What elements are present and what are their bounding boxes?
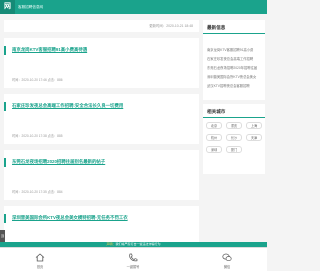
post-title-link[interactable]: 石家庄珍发夜总会高端工作招聘:安全合法长久良一切费用 xyxy=(12,103,193,109)
site-logo[interactable]: 网 xyxy=(0,0,15,14)
city-tag[interactable]: 天津 xyxy=(246,134,262,141)
bottom-tab-bar: 首页 一键拨号 微信 xyxy=(0,247,267,271)
site-name: 客服招聘信息网 xyxy=(18,5,44,9)
post-meta: 时间：2020-10-20 17:35 点击：884 xyxy=(12,190,63,194)
city-tag[interactable]: 深圳 xyxy=(206,146,222,153)
wechat-icon xyxy=(222,253,232,262)
tab-label: 首页 xyxy=(36,265,44,269)
city-tag[interactable]: 重庆 xyxy=(226,122,242,129)
city-tag[interactable]: 杭州 xyxy=(206,134,222,141)
latest-link[interactable]: 东莞石龙夜场招聘2020年招聘往届 xyxy=(207,65,263,70)
tab-label: 一键拨号 xyxy=(126,265,140,269)
latest-link[interactable]: 石家庄珍发夜总会高端工作招聘 xyxy=(207,56,263,61)
home-icon xyxy=(35,253,45,262)
post-meta: 时间：2020-10-20 17:46 点击：886 xyxy=(12,78,63,82)
latest-title: 最新信息 xyxy=(207,25,226,30)
footer-prefix: 声明： xyxy=(106,242,116,246)
post-meta: 时间：2020-10-20 17:38 点击：885 xyxy=(12,134,63,138)
phone-icon xyxy=(129,253,138,262)
tab-home[interactable]: 首页 xyxy=(20,248,60,271)
post-title-link[interactable]: 南京龙岗KTV客服招聘91高小费高待遇 xyxy=(12,47,193,53)
accent-bar xyxy=(4,158,6,167)
cities-title: 相关城市 xyxy=(207,109,226,114)
accent-bar xyxy=(4,46,6,55)
latest-link[interactable]: 深圳普美国际会所KTV夜总会美女 xyxy=(207,74,263,79)
post-list: 更新时间：2020-10-21 18:48 南京龙岗KTV客服招聘91高小费高待… xyxy=(0,14,201,259)
latest-link[interactable]: 武汉KTV招聘夜总会客服招聘 xyxy=(207,83,263,88)
city-tag[interactable]: 北京 xyxy=(206,122,222,129)
list-item[interactable]: 东莞石龙夜场招聘2020招聘往届别名最新的帖子 时间：2020-10-20 17… xyxy=(4,150,199,200)
back-to-top-button[interactable]: 顶 xyxy=(0,230,5,242)
post-title-link[interactable]: 东莞石龙夜场招聘2020招聘往届别名最新的帖子 xyxy=(12,159,193,165)
tab-label: 微信 xyxy=(223,265,231,269)
post-title-link[interactable]: 深圳普美国际会所KTV夜总会美女模特招聘-无任务不罚工衣 xyxy=(12,215,193,221)
top-header: 网 客服招聘信息网 xyxy=(0,0,267,14)
tab-call[interactable]: 一键拨号 xyxy=(113,248,153,271)
tab-wechat[interactable]: 微信 xyxy=(207,248,247,271)
sidebar: 最新信息 南京龙岗KTV客服招聘91高小费 石家庄珍发夜总会高端工作招聘 东莞石… xyxy=(203,14,267,259)
divider xyxy=(203,117,265,118)
latest-box: 最新信息 南京龙岗KTV客服招聘91高小费 石家庄珍发夜总会高端工作招聘 东莞石… xyxy=(203,20,265,100)
divider xyxy=(203,33,265,34)
city-tag[interactable]: 厦门 xyxy=(226,146,242,153)
accent-bar xyxy=(4,214,6,223)
city-tag[interactable]: 长沙 xyxy=(226,134,242,141)
list-header: 更新时间：2020-10-21 18:48 xyxy=(4,20,199,32)
cities-box: 相关城市 北京 重庆 上海 杭州 长沙 天津 深圳 厦门 xyxy=(203,104,265,174)
update-time: 更新时间：2020-10-21 18:48 xyxy=(149,24,193,28)
list-item[interactable]: 南京龙岗KTV客服招聘91高小费高待遇 时间：2020-10-20 17:46 … xyxy=(4,38,199,88)
list-item[interactable]: 石家庄珍发夜总会高端工作招聘:安全合法长久良一切费用 时间：2020-10-20… xyxy=(4,94,199,144)
city-tag[interactable]: 上海 xyxy=(246,122,262,129)
footer-message: 我们将严厉打击一些违法诈骗行为 xyxy=(115,242,161,246)
latest-link[interactable]: 南京龙岗KTV客服招聘91高小费 xyxy=(207,47,263,52)
accent-bar xyxy=(4,102,6,111)
